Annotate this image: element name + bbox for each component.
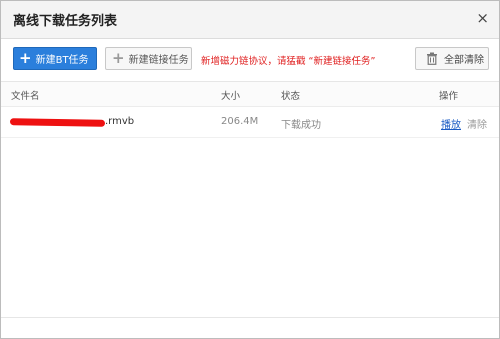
play-link[interactable]: 播放 <box>441 116 461 131</box>
column-header-status: 状态 <box>281 91 301 102</box>
column-header-actions: 操作 <box>439 91 459 102</box>
clear-all-button[interactable]: 全部清除 <box>415 47 489 70</box>
new-link-task-label: 新建链接任务 <box>128 55 189 66</box>
redacted-filename-mark <box>9 118 106 127</box>
clear-link[interactable]: 清除 <box>467 116 487 131</box>
magnet-notice: 新增磁力链协议，请猛戳 “新建链接任务” <box>201 56 376 67</box>
file-name: .rmvb <box>105 116 135 127</box>
close-icon[interactable]: × <box>476 9 489 27</box>
new-bt-task-label: 新建BT任务 <box>35 55 89 66</box>
clear-all-label: 全部清除 <box>444 55 484 66</box>
offline-download-dialog: 离线下载任务列表 × + 新建BT任务 + 新建链接任务 新增磁力链协议，请猛戳… <box>0 0 500 339</box>
column-header-name: 文件名 <box>11 91 40 102</box>
dialog-footer-divider <box>1 317 499 318</box>
toolbar: + 新建BT任务 + 新建链接任务 新增磁力链协议，请猛戳 “新建链接任务” 全… <box>1 39 499 82</box>
plus-icon: + <box>19 49 32 67</box>
file-size: 206.4M <box>221 116 259 127</box>
dialog-title: 离线下载任务列表 <box>13 14 118 29</box>
plus-icon: + <box>112 49 125 67</box>
dialog-title-bar: 离线下载任务列表 × <box>1 1 499 39</box>
download-status: 下载成功 <box>281 120 321 131</box>
column-header-size: 大小 <box>221 91 241 102</box>
new-link-task-button[interactable]: + 新建链接任务 <box>105 47 192 70</box>
table-header: 文件名 大小 状态 操作 <box>1 82 499 107</box>
new-bt-task-button[interactable]: + 新建BT任务 <box>13 47 97 70</box>
trash-icon <box>427 52 437 65</box>
table-row: .rmvb 206.4M 下载成功 播放 清除 <box>1 109 499 138</box>
